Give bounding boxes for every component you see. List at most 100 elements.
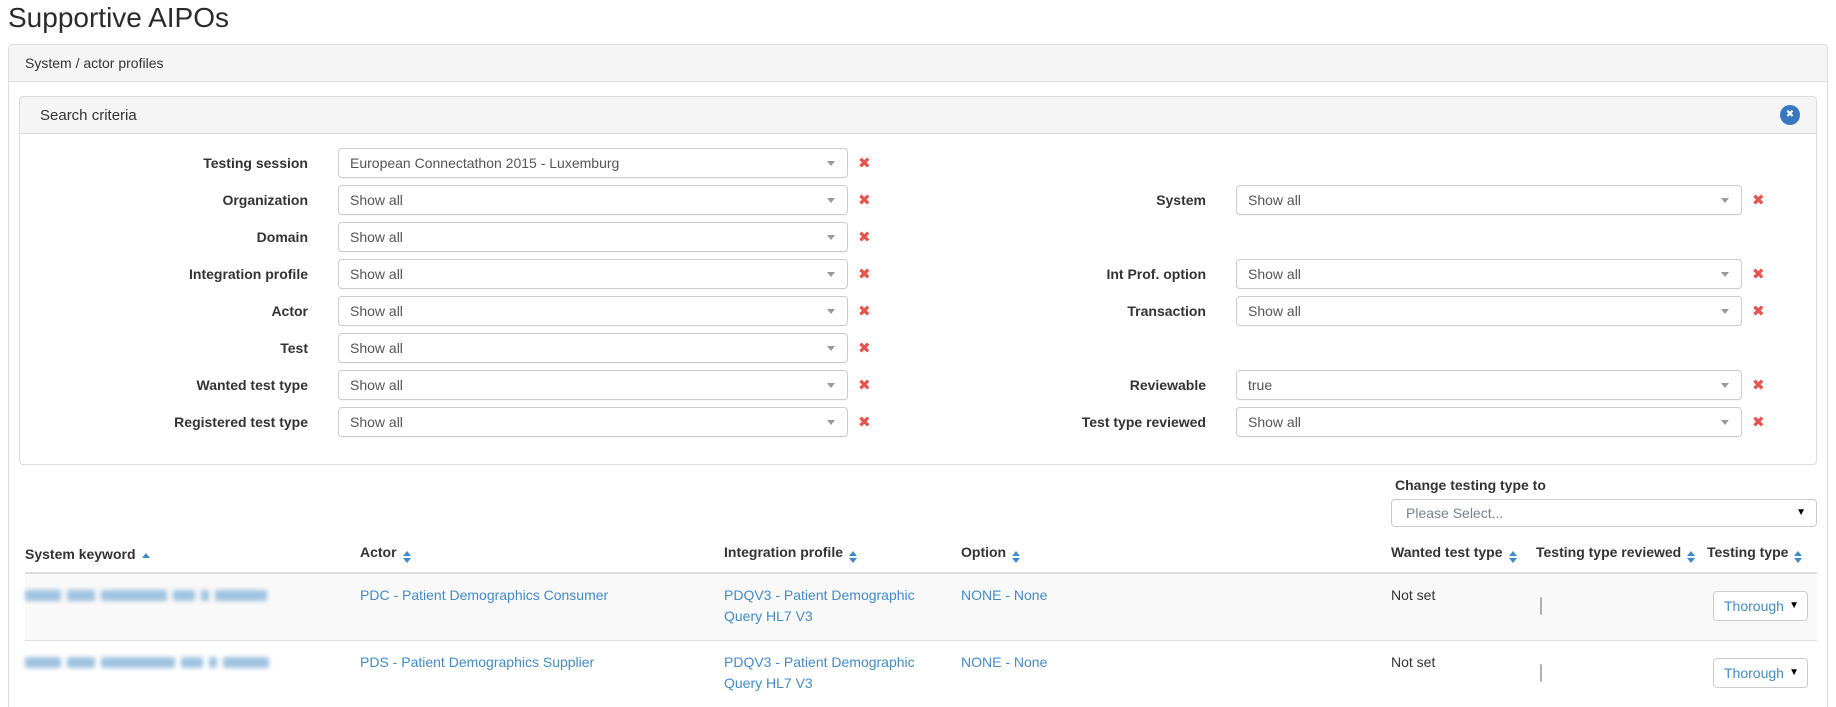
chevron-down-icon: [827, 309, 835, 314]
wanted-test-type-value: Not set: [1391, 587, 1435, 603]
int-prof-option-select[interactable]: Show all: [1236, 259, 1742, 289]
chevron-down-icon: [827, 198, 835, 203]
actor-link[interactable]: PDS - Patient Demographics Supplier: [360, 654, 594, 670]
spacer: [1042, 333, 1765, 363]
clear-filter-icon[interactable]: ✖: [858, 304, 871, 319]
clear-filter-icon[interactable]: ✖: [858, 378, 871, 393]
header-label: Option: [961, 544, 1006, 560]
clear-filter-icon[interactable]: ✖: [858, 230, 871, 245]
caret-down-icon: ▼: [1796, 508, 1806, 518]
integration-profile-label: Integration profile: [30, 266, 308, 282]
chevron-down-icon: [827, 383, 835, 388]
integration-profile-select[interactable]: Show all: [338, 259, 848, 289]
option-link[interactable]: NONE - None: [961, 654, 1047, 670]
integration-profile-value: Show all: [350, 266, 827, 282]
header-label: Testing type: [1707, 544, 1788, 560]
change-testing-type-label: Change testing type to: [1395, 477, 1817, 493]
sort-icon: [1794, 551, 1802, 563]
search-criteria-panel: Search criteria ✖ Testing session Europe…: [19, 96, 1817, 465]
registered-test-type-select[interactable]: Show all: [338, 407, 848, 437]
testing-session-select[interactable]: European Connectathon 2015 - Luxemburg: [338, 148, 848, 178]
organization-value: Show all: [350, 192, 827, 208]
chevron-down-icon: [1721, 420, 1729, 425]
redacted-system-keyword: [25, 585, 350, 601]
reviewable-select[interactable]: true: [1236, 370, 1742, 400]
test-label: Test: [30, 340, 308, 356]
chevron-down-icon: [827, 235, 835, 240]
system-value: Show all: [1248, 192, 1721, 208]
clear-filter-icon[interactable]: ✖: [858, 193, 871, 208]
testing-type-reviewed-checkbox[interactable]: [1540, 597, 1542, 615]
chevron-down-icon: [827, 161, 835, 166]
clear-filter-icon[interactable]: ✖: [858, 415, 871, 430]
column-header-testing-type-reviewed[interactable]: Testing type reviewed: [1536, 541, 1707, 573]
actor-value: Show all: [350, 303, 827, 319]
clear-filter-icon[interactable]: ✖: [1752, 415, 1765, 430]
clear-filter-icon[interactable]: ✖: [1752, 304, 1765, 319]
domain-label: Domain: [30, 229, 308, 245]
clear-filter-icon[interactable]: ✖: [1752, 378, 1765, 393]
clear-filter-icon[interactable]: ✖: [858, 341, 871, 356]
clear-filter-icon[interactable]: ✖: [858, 156, 871, 171]
transaction-value: Show all: [1248, 303, 1721, 319]
system-label: System: [1042, 192, 1206, 208]
sort-icon: [403, 551, 411, 563]
integration-profile-link[interactable]: PDQV3 - Patient Demographic Query HL7 V3: [724, 587, 915, 624]
system-keyword-link[interactable]: [25, 652, 350, 668]
header-label: Testing type reviewed: [1536, 544, 1681, 560]
spacer: [1042, 222, 1765, 252]
test-value: Show all: [350, 340, 827, 356]
system-actor-profiles-panel: System / actor profiles Search criteria …: [8, 44, 1828, 707]
clear-filter-icon[interactable]: ✖: [1752, 267, 1765, 282]
column-header-system-keyword[interactable]: System keyword: [25, 541, 360, 573]
column-header-integration-profile[interactable]: Integration profile: [724, 541, 961, 573]
change-testing-type-select[interactable]: Please Select... ▼: [1391, 499, 1817, 527]
transaction-select[interactable]: Show all: [1236, 296, 1742, 326]
registered-test-type-label: Registered test type: [30, 414, 308, 430]
wanted-test-type-value: Not set: [1391, 654, 1435, 670]
actor-label: Actor: [30, 303, 308, 319]
panel-heading: System / actor profiles: [9, 45, 1827, 82]
table-row: PDS - Patient Demographics Supplier PDQV…: [25, 641, 1817, 707]
redacted-system-keyword: [25, 652, 350, 668]
clear-filter-icon[interactable]: ✖: [1752, 193, 1765, 208]
wanted-test-type-select[interactable]: Show all: [338, 370, 848, 400]
option-link[interactable]: NONE - None: [961, 587, 1047, 603]
int-prof-option-value: Show all: [1248, 266, 1721, 282]
domain-select[interactable]: Show all: [338, 222, 848, 252]
change-testing-type-value: Please Select...: [1406, 505, 1503, 521]
test-type-reviewed-label: Test type reviewed: [1042, 414, 1206, 430]
header-label: Integration profile: [724, 544, 843, 560]
actor-select[interactable]: Show all: [338, 296, 848, 326]
clear-filter-icon[interactable]: ✖: [858, 267, 871, 282]
system-keyword-link[interactable]: [25, 585, 350, 601]
organization-select[interactable]: Show all: [338, 185, 848, 215]
chevron-down-icon: [827, 272, 835, 277]
header-label: Actor: [360, 544, 397, 560]
column-header-option[interactable]: Option: [961, 541, 1391, 573]
chevron-down-icon: [1721, 272, 1729, 277]
reviewable-value: true: [1248, 377, 1721, 393]
close-search-icon[interactable]: ✖: [1780, 105, 1800, 125]
sort-icon: [1509, 551, 1517, 563]
integration-profile-link[interactable]: PDQV3 - Patient Demographic Query HL7 V3: [724, 654, 915, 691]
column-header-actor[interactable]: Actor: [360, 541, 724, 573]
testing-type-reviewed-checkbox[interactable]: [1540, 664, 1542, 682]
column-header-wanted-test-type[interactable]: Wanted test type: [1391, 541, 1536, 573]
wanted-test-type-value: Show all: [350, 377, 827, 393]
system-select[interactable]: Show all: [1236, 185, 1742, 215]
domain-value: Show all: [350, 229, 827, 245]
test-type-reviewed-select[interactable]: Show all: [1236, 407, 1742, 437]
column-header-testing-type[interactable]: Testing type: [1707, 541, 1817, 573]
actor-link[interactable]: PDC - Patient Demographics Consumer: [360, 587, 608, 603]
test-select[interactable]: Show all: [338, 333, 848, 363]
header-label: System keyword: [25, 546, 136, 562]
sort-asc-icon: [142, 553, 150, 558]
caret-down-icon: ▼: [1789, 601, 1799, 611]
int-prof-option-label: Int Prof. option: [1042, 266, 1206, 282]
sort-icon: [849, 551, 857, 563]
reviewable-label: Reviewable: [1042, 377, 1206, 393]
chevron-down-icon: [1721, 198, 1729, 203]
aipo-results-table: System keyword Actor Integration profile…: [25, 541, 1817, 707]
testing-type-select[interactable]: Thorough ▼: [1713, 591, 1808, 621]
